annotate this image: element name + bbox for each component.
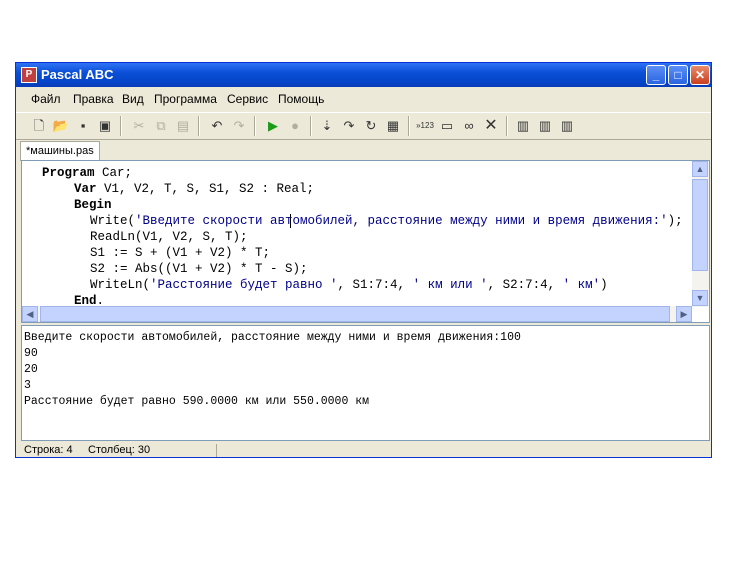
- output-panel[interactable]: Введите скорости автомобилей, расстояние…: [21, 325, 710, 441]
- toolbar-separator: [254, 116, 256, 136]
- menu-service[interactable]: Сервис: [227, 92, 268, 106]
- scroll-left-icon[interactable]: ◀: [22, 306, 38, 322]
- vertical-scrollbar[interactable]: ▲ ▼: [692, 161, 709, 307]
- tab-mashiny-pas[interactable]: *машины.pas: [20, 141, 100, 161]
- stop-icon[interactable]: ●: [286, 117, 304, 135]
- status-divider: [216, 444, 217, 457]
- menu-view[interactable]: Вид: [122, 92, 144, 106]
- open-folder-icon[interactable]: 📂: [52, 117, 70, 135]
- new-file-icon[interactable]: 🗋: [30, 117, 48, 135]
- format-icon[interactable]: ▥: [514, 117, 532, 135]
- watch-icon[interactable]: ▦: [384, 117, 402, 135]
- save-all-icon[interactable]: ▣: [96, 117, 114, 135]
- paste-icon[interactable]: ▤: [174, 117, 192, 135]
- output-line: 90: [24, 347, 38, 360]
- menu-help[interactable]: Помощь: [278, 92, 324, 106]
- step-out-icon[interactable]: ↻: [362, 117, 380, 135]
- code-line: ReadLn(V1, V2, S, T);: [90, 230, 248, 244]
- code-line: Var V1, V2, T, S, S1, S2 : Real;: [74, 182, 315, 196]
- code-line: Program Car;: [42, 166, 133, 180]
- save-icon[interactable]: ▪: [74, 117, 92, 135]
- tab-bar: *машины.pas: [16, 140, 711, 161]
- status-column: Столбец: 30: [88, 444, 151, 456]
- window-icon[interactable]: ▭: [438, 117, 456, 135]
- code-line: Begin: [74, 198, 112, 212]
- copy-icon[interactable]: ⧉: [152, 117, 170, 135]
- title-bar[interactable]: Р Pascal ABC _ □ ✕: [16, 63, 711, 87]
- scroll-down-icon[interactable]: ▼: [692, 290, 708, 306]
- code-line: WriteLn('Расстояние будет равно ', S1:7:…: [90, 278, 608, 292]
- window-title: Pascal ABC: [41, 67, 114, 82]
- pascal-app-icon: Р: [21, 67, 37, 83]
- code-line: End.: [74, 294, 105, 307]
- code-area[interactable]: Program Car; Var V1, V2, T, S, S1, S2 : …: [22, 161, 692, 307]
- toolbar-separator: [408, 116, 410, 136]
- output-line: Расстояние будет равно 590.0000 км или 5…: [24, 395, 370, 408]
- vertical-scroll-thumb[interactable]: [692, 179, 708, 271]
- code-line: S2 := Abs((V1 + V2) * T - S);: [90, 262, 308, 276]
- toolbar-separator: [120, 116, 122, 136]
- redo-icon[interactable]: ↷: [230, 117, 248, 135]
- toolbar-separator: [506, 116, 508, 136]
- build-icon[interactable]: ▥: [558, 117, 576, 135]
- code-editor[interactable]: Program Car; Var V1, V2, T, S, S1, S2 : …: [21, 160, 710, 323]
- menu-program[interactable]: Программа: [154, 92, 217, 106]
- output-line: 3: [24, 379, 31, 392]
- minimize-button[interactable]: _: [646, 65, 666, 85]
- status-line: Строка: 4: [24, 444, 73, 456]
- step-over-icon[interactable]: ↷: [340, 117, 358, 135]
- scroll-right-icon[interactable]: ▶: [676, 306, 692, 322]
- toolbar: 🗋 📂 ▪ ▣ ✂ ⧉ ▤ ↶ ↷ ▶ ● ⇣ ↷ ↻ ▦ »123 ▭ ∞ ✕…: [16, 112, 711, 140]
- output-line: 20: [24, 363, 38, 376]
- menu-edit[interactable]: Правка: [73, 92, 114, 106]
- undo-icon[interactable]: ↶: [208, 117, 226, 135]
- horizontal-scroll-thumb[interactable]: [40, 306, 670, 322]
- cut-icon[interactable]: ✂: [130, 117, 148, 135]
- scroll-up-icon[interactable]: ▲: [692, 161, 708, 177]
- toolbar-separator: [198, 116, 200, 136]
- close-x-icon[interactable]: ✕: [482, 117, 500, 135]
- close-button[interactable]: ✕: [690, 65, 710, 85]
- code-line: S1 := S + (V1 + V2) * T;: [90, 246, 271, 260]
- compile-icon[interactable]: ▥: [536, 117, 554, 135]
- menu-bar: Файл Правка Вид Программа Сервис Помощь: [16, 88, 711, 110]
- horizontal-scrollbar[interactable]: ◀ ▶: [22, 306, 692, 322]
- int-icon[interactable]: »123: [416, 117, 434, 135]
- toolbar-separator: [310, 116, 312, 136]
- step-into-icon[interactable]: ⇣: [318, 117, 336, 135]
- text-cursor: [290, 214, 291, 228]
- menu-file[interactable]: Файл: [31, 92, 61, 106]
- output-line: Введите скорости автомобилей, расстояние…: [24, 331, 521, 344]
- maximize-button[interactable]: □: [668, 65, 688, 85]
- status-bar: Строка: 4 Столбец: 30: [16, 443, 711, 458]
- run-icon[interactable]: ▶: [264, 117, 282, 135]
- code-line: Write('Введите скорости автомобилей, рас…: [90, 214, 683, 228]
- glasses-icon[interactable]: ∞: [460, 117, 478, 135]
- pascal-abc-window: Р Pascal ABC _ □ ✕ Файл Правка Вид Прогр…: [15, 62, 712, 458]
